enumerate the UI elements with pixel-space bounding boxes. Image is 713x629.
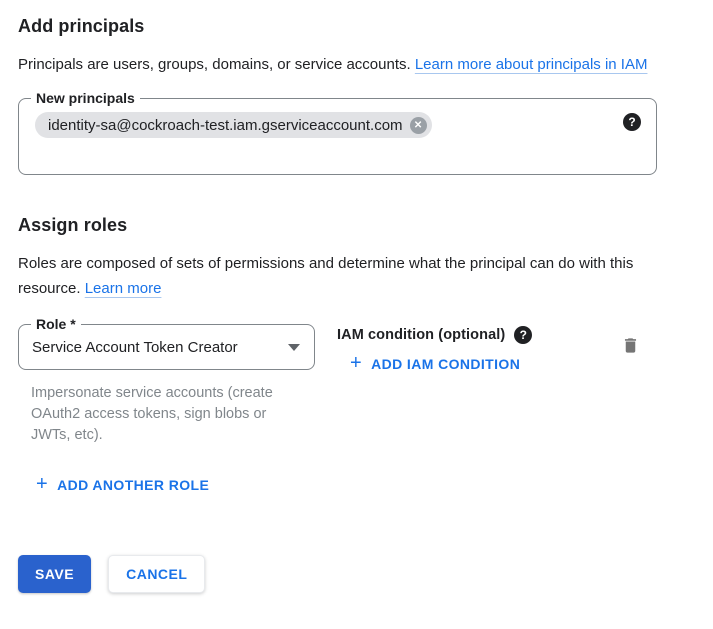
add-iam-condition-label: ADD IAM CONDITION xyxy=(371,356,520,372)
actions-row: SAVE CANCEL xyxy=(18,555,695,593)
role-label: Role * xyxy=(31,316,81,332)
delete-role-button[interactable] xyxy=(621,336,640,358)
chip-remove-close-icon[interactable]: ✕ xyxy=(410,117,427,134)
add-another-role-label: ADD ANOTHER ROLE xyxy=(57,477,209,493)
role-helper-text: Impersonate service accounts (create OAu… xyxy=(31,383,303,446)
add-another-role-button[interactable]: + ADD ANOTHER ROLE xyxy=(36,477,209,493)
principals-description: Principals are users, groups, domains, o… xyxy=(18,52,674,77)
assign-roles-title: Assign roles xyxy=(18,215,695,236)
principal-chip: identity-sa@cockroach-test.iam.gservicea… xyxy=(35,112,432,138)
save-button[interactable]: SAVE xyxy=(18,555,91,593)
add-iam-condition-button[interactable]: + ADD IAM CONDITION xyxy=(350,356,520,372)
iam-condition-label-row: IAM condition (optional) ? xyxy=(337,326,532,344)
role-selected-value: Service Account Token Creator xyxy=(32,339,288,356)
iam-condition-column: IAM condition (optional) ? + ADD IAM CON… xyxy=(337,324,532,375)
new-principals-help-icon[interactable]: ? xyxy=(623,113,641,131)
role-row: Role * Service Account Token Creator Imp… xyxy=(18,324,695,446)
new-principals-label: New principals xyxy=(31,90,140,106)
trash-icon xyxy=(621,343,640,358)
role-select[interactable]: Role * Service Account Token Creator xyxy=(18,324,315,370)
cancel-button[interactable]: CANCEL xyxy=(108,555,205,593)
roles-learn-more-link[interactable]: Learn more xyxy=(85,280,162,297)
principal-chip-value: identity-sa@cockroach-test.iam.gservicea… xyxy=(48,117,403,134)
plus-icon: + xyxy=(36,476,48,492)
principals-description-text: Principals are users, groups, domains, o… xyxy=(18,56,415,73)
plus-icon: + xyxy=(350,355,362,371)
learn-more-principals-link[interactable]: Learn more about principals in IAM xyxy=(415,56,648,73)
page-title: Add principals xyxy=(18,16,695,37)
add-principals-panel: Add principals Principals are users, gro… xyxy=(0,0,713,593)
new-principals-field[interactable]: New principals identity-sa@cockroach-tes… xyxy=(18,98,657,175)
roles-description: Roles are composed of sets of permission… xyxy=(18,251,674,301)
iam-condition-label: IAM condition (optional) xyxy=(337,327,505,343)
role-column: Role * Service Account Token Creator Imp… xyxy=(18,324,315,446)
chevron-down-icon xyxy=(288,344,300,351)
iam-condition-help-icon[interactable]: ? xyxy=(514,326,532,344)
